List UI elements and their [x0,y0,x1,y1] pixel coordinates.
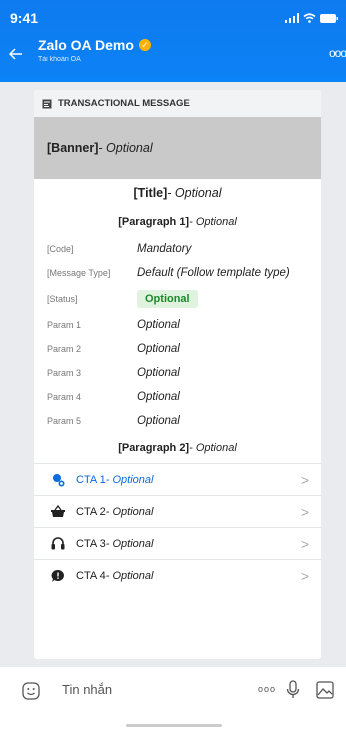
field-row-param-2: Param 2 Optional [34,337,321,361]
banner-optional: - Optional [98,141,153,155]
field-row-param-1: Param 1 Optional [34,313,321,337]
paragraph-1-row: [Paragraph 1] - Optional [34,207,321,237]
field-label: [Status] [47,294,78,304]
chevron-right-icon: > [300,472,309,488]
field-label: [Message Type] [47,268,111,278]
field-label: Param 3 [47,368,82,378]
emoji-icon[interactable] [22,682,40,700]
banner-label: [Banner] [47,141,99,155]
chat-bubble-icon [50,568,66,584]
field-row-param-4: Param 4 Optional [34,385,321,409]
cta-label: CTA 1 [76,473,106,486]
field-value: Optional [137,319,180,331]
paragraph-2-optional: - Optional [189,442,237,454]
message-input[interactable]: Tin nhắn [62,682,112,697]
wifi-icon [303,13,316,23]
title-label: [Title] [133,186,168,200]
oa-name-text: Zalo OA Demo [38,37,134,53]
title-row: [Title] - Optional [34,179,321,207]
card-header: TRANSACTIONAL MESSAGE [34,90,321,117]
chevron-right-icon: > [300,568,309,584]
field-row-param-5: Param 5 Optional [34,409,321,433]
cta-button-3[interactable]: CTA 3 - Optional > [34,527,321,559]
back-button[interactable] [4,42,28,66]
battery-icon [320,13,338,23]
field-label: Param 2 [47,344,82,354]
chevron-right-icon: > [300,504,309,520]
cta-optional: - Optional [105,505,154,518]
field-row-message-type: [Message Type] Default (Follow template … [34,261,321,285]
message-input-bar: Tin nhắn ooo [0,667,346,737]
field-value: Default (Follow template type) [137,267,290,279]
transactional-message-card: TRANSACTIONAL MESSAGE [Banner] - Optiona… [34,90,321,659]
shopping-basket-icon [50,504,66,520]
more-icon[interactable]: ooo [258,684,276,694]
field-row-param-3: Param 3 Optional [34,361,321,385]
title-optional: - Optional [167,186,222,200]
chevron-right-icon: > [300,536,309,552]
status-icons [285,13,338,23]
cta-label: CTA 3 [76,537,106,550]
field-value: Optional [137,343,180,355]
banner-area: [Banner] - Optional [34,117,321,179]
field-value: Optional [137,367,180,379]
app-header: 9:41 Zalo OA Demo ✓ Tài khoản OA ooo [0,0,346,82]
paragraph-2-label: [Paragraph 2] [118,442,190,454]
status-badge: Optional [137,290,198,308]
cta-label: CTA 4 [76,569,106,582]
oa-title[interactable]: Zalo OA Demo ✓ [38,37,151,53]
cta-button-4[interactable]: CTA 4 - Optional > [34,559,321,591]
message-template-icon [42,99,52,108]
oa-subtitle: Tài khoản OA [38,56,81,63]
cta-button-1[interactable]: CTA 1 - Optional > [34,463,321,495]
field-value: Optional [137,391,180,403]
paragraph-1-optional: - Optional [189,216,237,228]
field-label: Param 4 [47,392,82,402]
paragraph-2-row: [Paragraph 2] - Optional [34,433,321,463]
cta-button-2[interactable]: CTA 2 - Optional > [34,495,321,527]
field-value: Optional [137,415,180,427]
field-label: Param 5 [47,416,82,426]
signal-icon [285,13,299,23]
field-label: [Code] [47,244,74,254]
cta-optional: - Optional [105,537,154,550]
cta-optional: - Optional [105,473,154,486]
card-label: TRANSACTIONAL MESSAGE [58,98,190,109]
image-icon[interactable] [316,681,334,699]
user-support-icon [50,472,66,488]
field-row-code: [Code] Mandatory [34,237,321,261]
field-value: Mandatory [137,243,192,255]
status-bar: 9:41 [10,10,338,26]
field-row-status: [Status] Optional [34,285,321,313]
more-options-icon[interactable]: ooo [329,46,346,60]
arrow-left-icon [9,48,22,60]
field-label: Param 1 [47,320,82,330]
microphone-icon[interactable] [286,680,300,700]
status-time: 9:41 [10,10,39,26]
home-indicator [126,724,222,727]
paragraph-1-label: [Paragraph 1] [118,216,190,228]
headphones-icon [50,536,66,552]
cta-optional: - Optional [105,569,154,582]
cta-label: CTA 2 [76,505,106,518]
verified-badge-icon: ✓ [138,39,151,51]
